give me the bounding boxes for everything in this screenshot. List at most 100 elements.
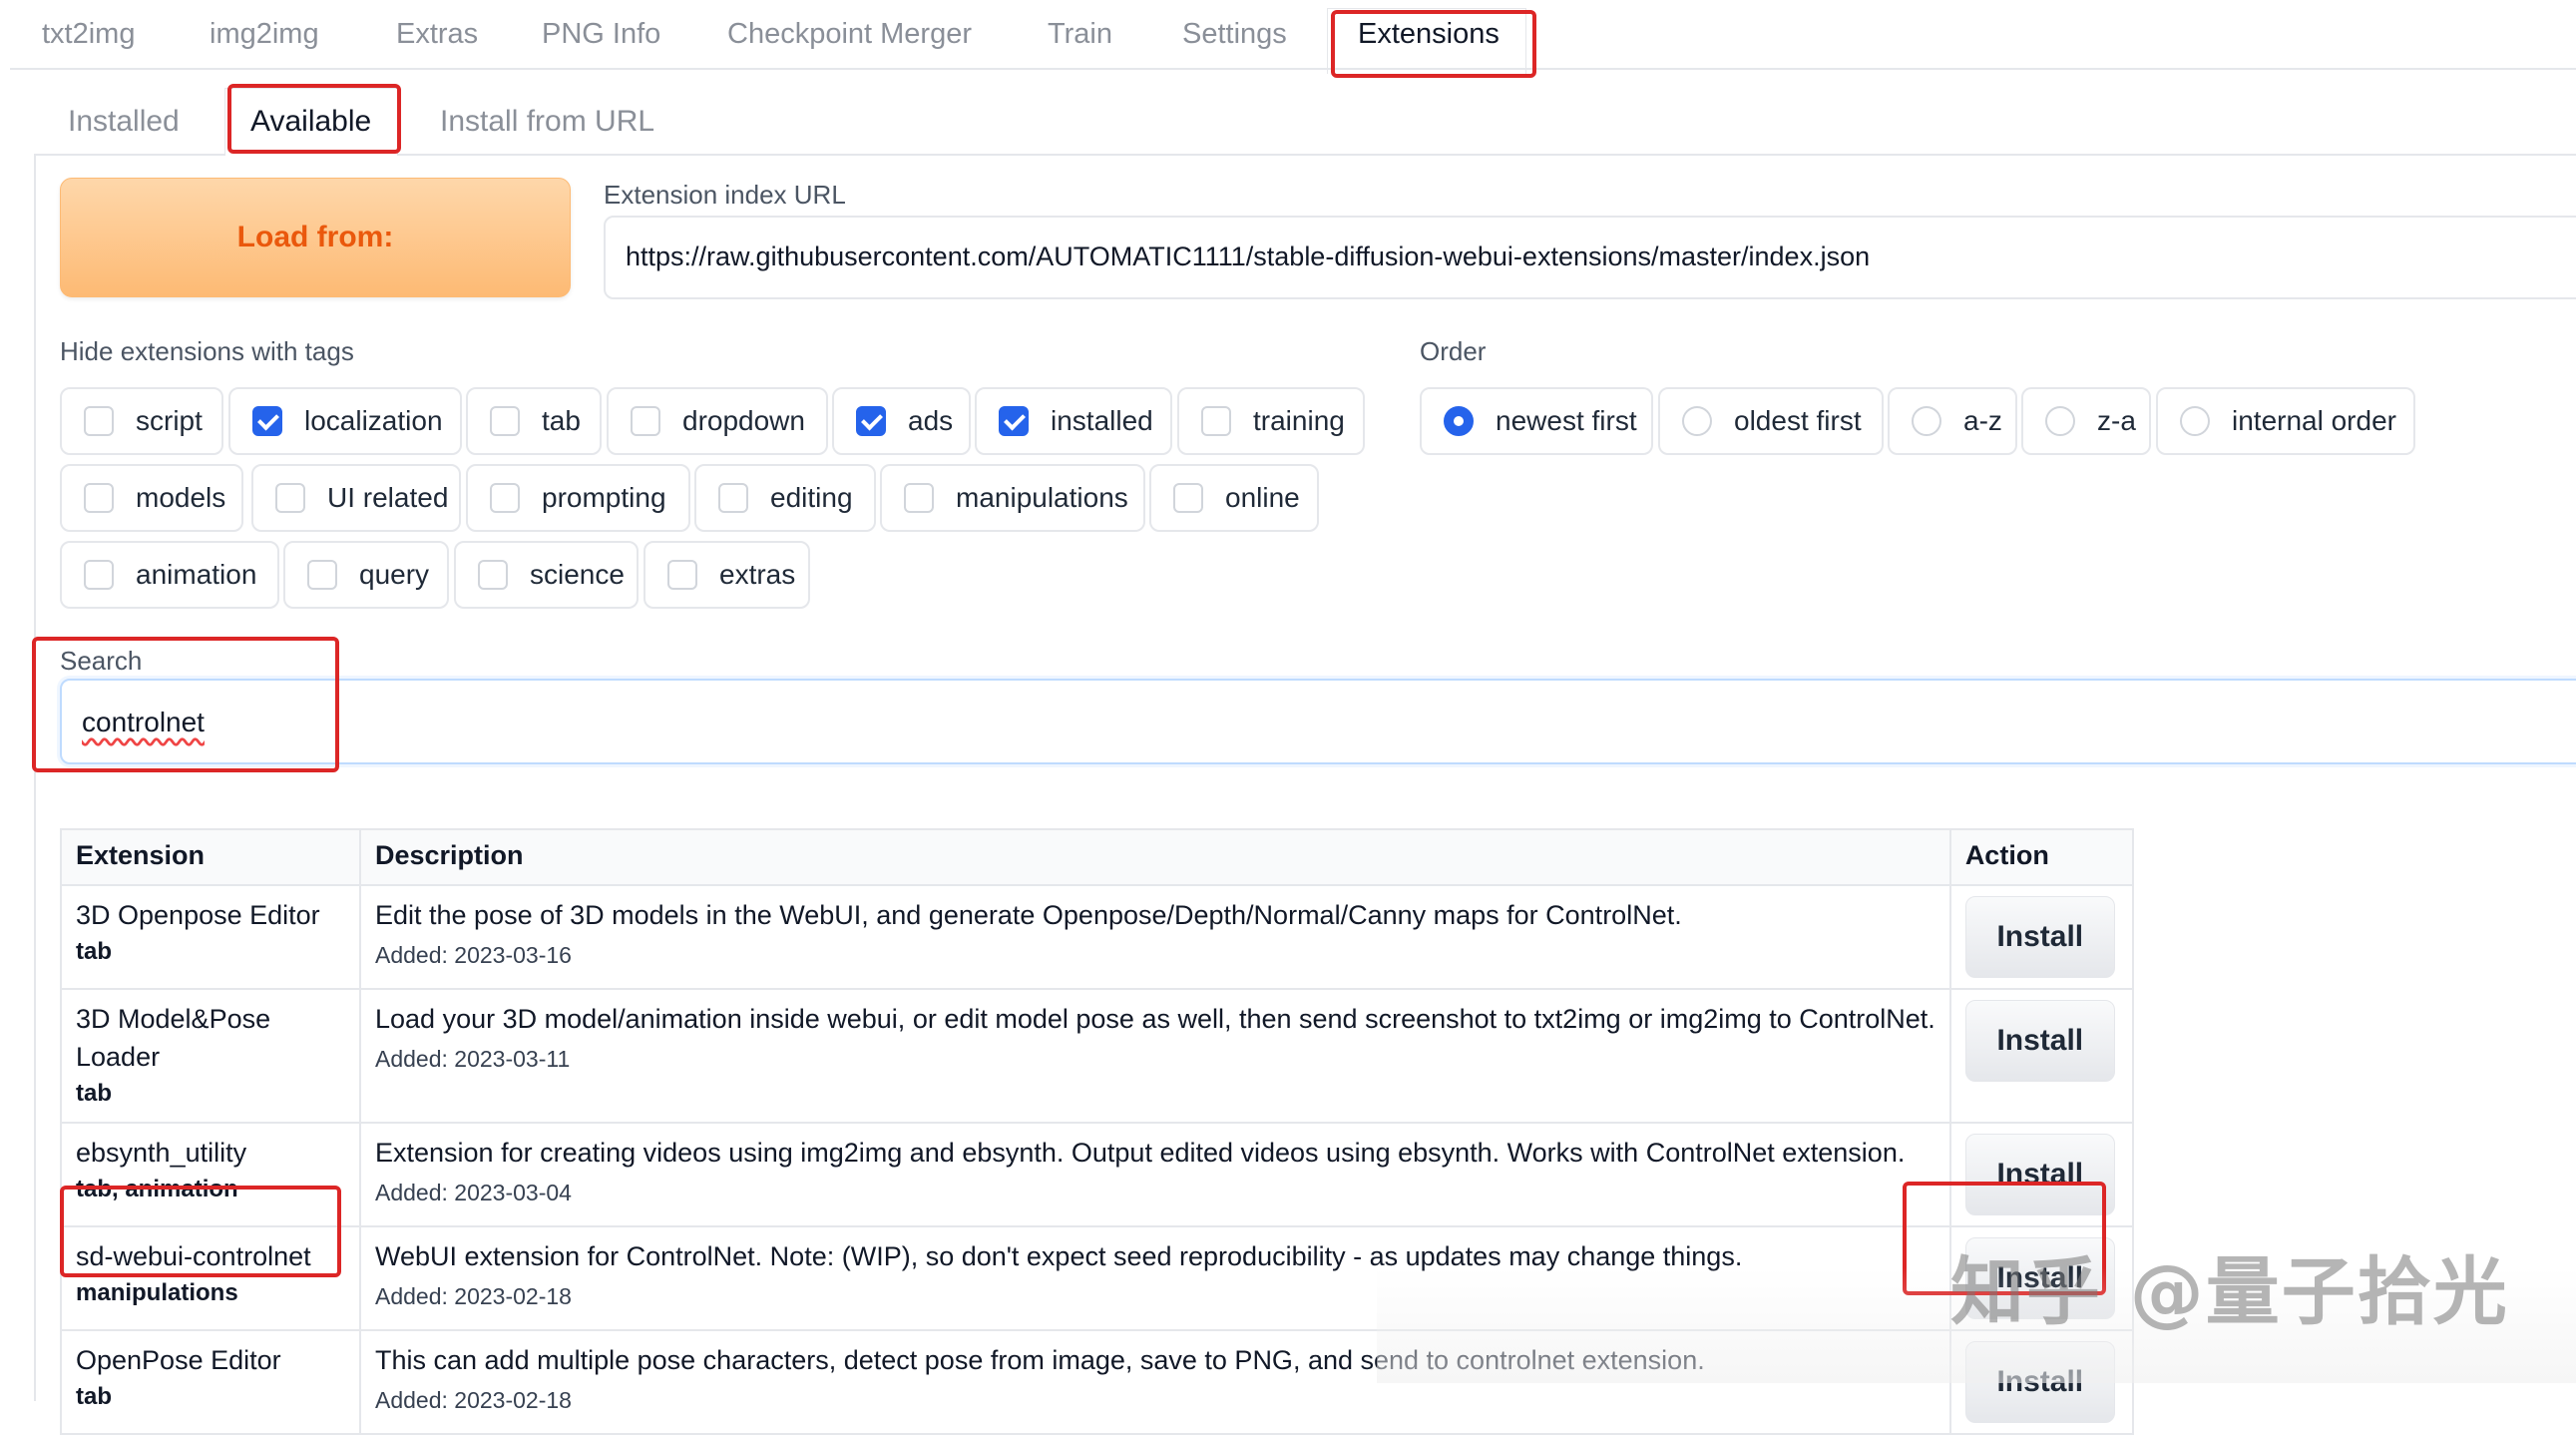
extension-description: This can add multiple pose characters, d…: [375, 1345, 1705, 1375]
subtab-available[interactable]: Available: [250, 105, 371, 139]
extensions-table: Extension Description Action 3D Openpose…: [60, 828, 2134, 1435]
install-button[interactable]: Install: [1964, 1134, 2115, 1215]
tab-extras[interactable]: Extras: [396, 18, 478, 51]
radio-icon: [2045, 406, 2075, 436]
extension-added-date: Added: 2023-02-18: [375, 1283, 572, 1309]
tab-checkpoint-merger[interactable]: Checkpoint Merger: [727, 18, 972, 51]
order-radio-a-z[interactable]: a-z: [1888, 387, 2017, 455]
extension-tags: tab: [76, 1383, 112, 1410]
order-radio-oldest-first[interactable]: oldest first: [1658, 387, 1884, 455]
tag-checkbox-localization[interactable]: localization: [228, 387, 462, 455]
extension-description: Extension for creating videos using img2…: [375, 1138, 1906, 1168]
column-header-action: Action: [1948, 828, 2134, 886]
extension-added-date: Added: 2023-03-16: [375, 942, 572, 968]
load-from-button[interactable]: Load from:: [60, 178, 571, 297]
checkbox-icon: [84, 560, 114, 590]
tag-checkbox-manipulations[interactable]: manipulations: [880, 464, 1145, 532]
extension-description: Load your 3D model/animation inside webu…: [375, 1004, 1935, 1034]
tag-checkbox-dropdown[interactable]: dropdown: [607, 387, 828, 455]
checkbox-icon: [478, 560, 508, 590]
radio-icon: [2180, 406, 2210, 436]
hide-tags-label: Hide extensions with tags: [60, 336, 354, 366]
checkbox-icon: [275, 483, 305, 513]
radio-selected-icon: [1444, 406, 1474, 436]
extension-tags: tab, animation: [76, 1176, 238, 1202]
checkbox-icon: [490, 406, 520, 436]
table-row: 3D Openpose Editor tab Edit the pose of 3…: [60, 884, 2134, 990]
extension-description: WebUI extension for ControlNet. Note: (W…: [375, 1241, 1743, 1271]
order-radio-z-a[interactable]: z-a: [2021, 387, 2151, 455]
tag-checkbox-models[interactable]: models: [60, 464, 243, 532]
extension-tags: tab: [76, 938, 112, 965]
search-value: controlnet: [82, 707, 205, 737]
tab-settings[interactable]: Settings: [1182, 18, 1287, 51]
checkbox-icon: [84, 483, 114, 513]
extension-name-link[interactable]: OpenPose Editor: [76, 1341, 345, 1379]
order-radio-internal-order[interactable]: internal order: [2156, 387, 2415, 455]
top-tab-bar: txt2img img2img Extras PNG Info Checkpoi…: [0, 0, 2576, 74]
extension-name-link[interactable]: sd-webui-controlnet: [76, 1237, 345, 1275]
extension-name-link[interactable]: 3D Model&Pose Loader: [76, 1000, 345, 1076]
table-header-row: Extension Description Action: [60, 828, 2134, 886]
tag-checkbox-editing[interactable]: editing: [694, 464, 876, 532]
table-row: 3D Model&Pose Loader tab Load your 3D mod…: [60, 988, 2134, 1124]
checkbox-icon: [667, 560, 697, 590]
extension-tags: manipulations: [76, 1279, 238, 1306]
tab-train[interactable]: Train: [1048, 18, 1112, 51]
radio-icon: [1912, 406, 1941, 436]
install-button[interactable]: Install: [1964, 896, 2115, 978]
checkbox-checked-icon: [252, 406, 282, 436]
order-label: Order: [1420, 336, 1487, 366]
tag-checkbox-ads[interactable]: ads: [832, 387, 971, 455]
tag-checkbox-training[interactable]: training: [1177, 387, 1365, 455]
column-header-extension: Extension: [60, 828, 361, 886]
checkbox-icon: [307, 560, 337, 590]
search-input[interactable]: controlnet: [60, 679, 2576, 764]
column-header-description: Description: [359, 828, 1951, 886]
checkbox-icon: [490, 483, 520, 513]
extension-added-date: Added: 2023-02-18: [375, 1387, 572, 1413]
extension-index-url-label: Extension index URL: [604, 180, 846, 210]
search-label: Search: [60, 646, 143, 676]
checkbox-icon: [1173, 483, 1203, 513]
tab-divider: [10, 68, 2576, 70]
extension-name-link[interactable]: ebsynth_utility: [76, 1134, 345, 1172]
checkbox-icon: [904, 483, 934, 513]
tab-txt2img[interactable]: txt2img: [42, 18, 135, 51]
extension-name-link[interactable]: 3D Openpose Editor: [76, 896, 345, 934]
tag-checkbox-online[interactable]: online: [1149, 464, 1319, 532]
table-row: sd-webui-controlnet manipulations WebUI e…: [60, 1225, 2134, 1331]
subtab-install-from-url[interactable]: Install from URL: [440, 105, 654, 139]
tag-checkbox-science[interactable]: science: [454, 541, 639, 609]
tag-checkbox-ui-related[interactable]: UI related: [251, 464, 461, 532]
tag-checkbox-extras[interactable]: extras: [644, 541, 810, 609]
table-row: ebsynth_utility tab, animation Extension …: [60, 1122, 2134, 1227]
extension-description: Edit the pose of 3D models in the WebUI,…: [375, 900, 1682, 930]
checkbox-checked-icon: [856, 406, 886, 436]
tab-png-info[interactable]: PNG Info: [542, 18, 660, 51]
tab-extensions[interactable]: Extensions: [1358, 18, 1500, 51]
extension-added-date: Added: 2023-03-04: [375, 1180, 572, 1205]
install-button[interactable]: Install: [1964, 1341, 2115, 1423]
subtab-installed[interactable]: Installed: [68, 105, 180, 139]
extension-added-date: Added: 2023-03-11: [375, 1046, 571, 1072]
checkbox-checked-icon: [999, 406, 1029, 436]
tag-checkbox-query[interactable]: query: [283, 541, 449, 609]
checkbox-icon: [84, 406, 114, 436]
table-row: OpenPose Editor tab This can add multiple…: [60, 1329, 2134, 1435]
order-radio-newest-first[interactable]: newest first: [1420, 387, 1653, 455]
tab-img2img[interactable]: img2img: [210, 18, 319, 51]
tag-checkbox-animation[interactable]: animation: [60, 541, 279, 609]
tag-checkbox-prompting[interactable]: prompting: [466, 464, 690, 532]
tag-checkbox-tab[interactable]: tab: [466, 387, 602, 455]
checkbox-icon: [631, 406, 660, 436]
tag-checkbox-installed[interactable]: installed: [975, 387, 1172, 455]
install-button[interactable]: Install: [1964, 1000, 2115, 1082]
checkbox-icon: [1201, 406, 1231, 436]
tag-checkbox-script[interactable]: script: [60, 387, 223, 455]
extension-index-url-input[interactable]: https://raw.githubusercontent.com/AUTOMA…: [604, 216, 2576, 299]
radio-icon: [1682, 406, 1712, 436]
watermark: 知乎 @量子拾光: [1950, 1249, 2509, 1335]
extension-tags: tab: [76, 1080, 112, 1107]
checkbox-icon: [718, 483, 748, 513]
